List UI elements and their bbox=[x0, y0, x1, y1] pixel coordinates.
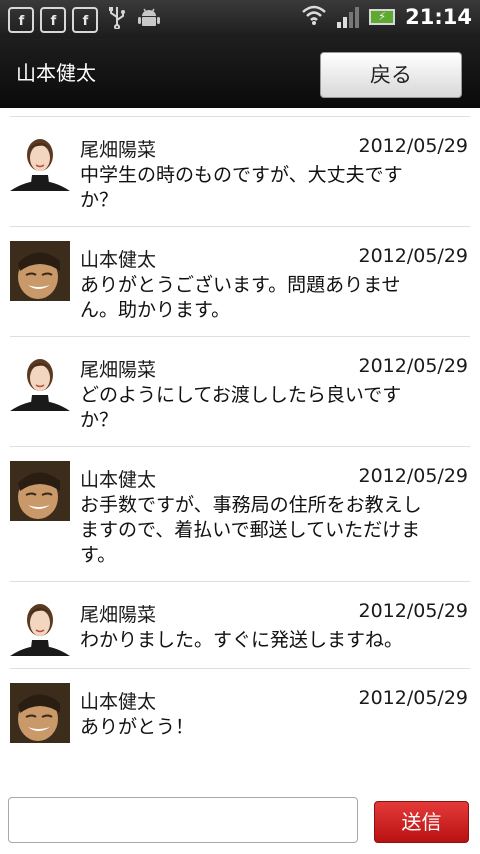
message-date: 2012/05/29 bbox=[358, 135, 468, 157]
back-button[interactable]: 戻る bbox=[320, 52, 462, 98]
message-item[interactable]: 山本健太 2012/05/29 ありがとうございます。問題ありませ ん。助かります… bbox=[10, 227, 470, 337]
message-sender: 尾畑陽菜 bbox=[80, 139, 157, 161]
message-body: わかりました。すぐに発送しますね。 bbox=[80, 629, 404, 651]
notification-area: f f f bbox=[8, 5, 162, 35]
message-item[interactable]: 尾畑陽菜 2012/05/29 わかりました。すぐに発送しますね。 bbox=[10, 582, 470, 669]
message-date: 2012/05/29 bbox=[358, 245, 468, 267]
message-sender: 山本健太 bbox=[80, 469, 157, 491]
message-body: 中学生の時のものですが、大丈夫です か？ bbox=[80, 164, 403, 211]
avatar bbox=[10, 241, 70, 301]
message-item[interactable]: 山本健太 2012/05/29 お手数ですが、事務局の住所をお教えし ますので、着… bbox=[10, 447, 470, 582]
message-item[interactable]: 山本健太 2012/05/29 ありがとう！ bbox=[10, 669, 470, 755]
system-status-area: ⚡ 21:14 bbox=[301, 4, 472, 30]
message-list[interactable]: 尾畑陽菜 2012/05/29 中学生の時のものですが、大丈夫です か？ 山本健太… bbox=[0, 108, 480, 788]
message-input[interactable] bbox=[8, 797, 358, 843]
message-item[interactable]: 尾畑陽菜 2012/05/29 どのようにしてお渡ししたら良いです か？ bbox=[10, 337, 470, 447]
signal-strength-icon bbox=[337, 6, 360, 28]
conversation-title: 山本健太 bbox=[16, 61, 96, 85]
message-date: 2012/05/29 bbox=[358, 600, 468, 622]
wifi-icon bbox=[301, 4, 327, 30]
message-date: 2012/05/29 bbox=[358, 355, 468, 377]
status-clock: 21:14 bbox=[405, 5, 472, 29]
usb-icon bbox=[104, 5, 130, 35]
avatar bbox=[10, 131, 70, 191]
message-body: お手数ですが、事務局の住所をお教えし ますので、着払いで郵送していただけま す。 bbox=[80, 494, 422, 566]
android-debug-icon bbox=[136, 5, 162, 35]
message-sender: 尾畑陽菜 bbox=[80, 604, 157, 626]
message-sender: 山本健太 bbox=[80, 249, 157, 271]
message-sender: 山本健太 bbox=[80, 691, 157, 713]
facebook-icon: f bbox=[8, 7, 34, 33]
facebook-icon: f bbox=[40, 7, 66, 33]
message-body: どのようにしてお渡ししたら良いです か？ bbox=[80, 384, 402, 431]
facebook-icon: f bbox=[72, 7, 98, 33]
message-date: 2012/05/29 bbox=[358, 465, 468, 487]
avatar bbox=[10, 351, 70, 411]
message-date: 2012/05/29 bbox=[358, 687, 468, 709]
message-item[interactable]: 尾畑陽菜 2012/05/29 中学生の時のものですが、大丈夫です か？ bbox=[10, 117, 470, 227]
send-button[interactable]: 送信 bbox=[374, 801, 469, 843]
conversation-header: 山本健太 戻る bbox=[0, 38, 480, 108]
message-sender: 尾畑陽菜 bbox=[80, 359, 157, 381]
avatar bbox=[10, 596, 70, 656]
avatar bbox=[10, 683, 70, 743]
battery-charging-icon: ⚡ bbox=[369, 9, 396, 25]
message-body: ありがとう！ bbox=[80, 716, 195, 738]
message-body: ありがとうございます。問題ありませ ん。助かります。 bbox=[80, 274, 401, 321]
status-bar: f f f ⚡ 21:14 bbox=[0, 0, 480, 38]
avatar bbox=[10, 461, 70, 521]
